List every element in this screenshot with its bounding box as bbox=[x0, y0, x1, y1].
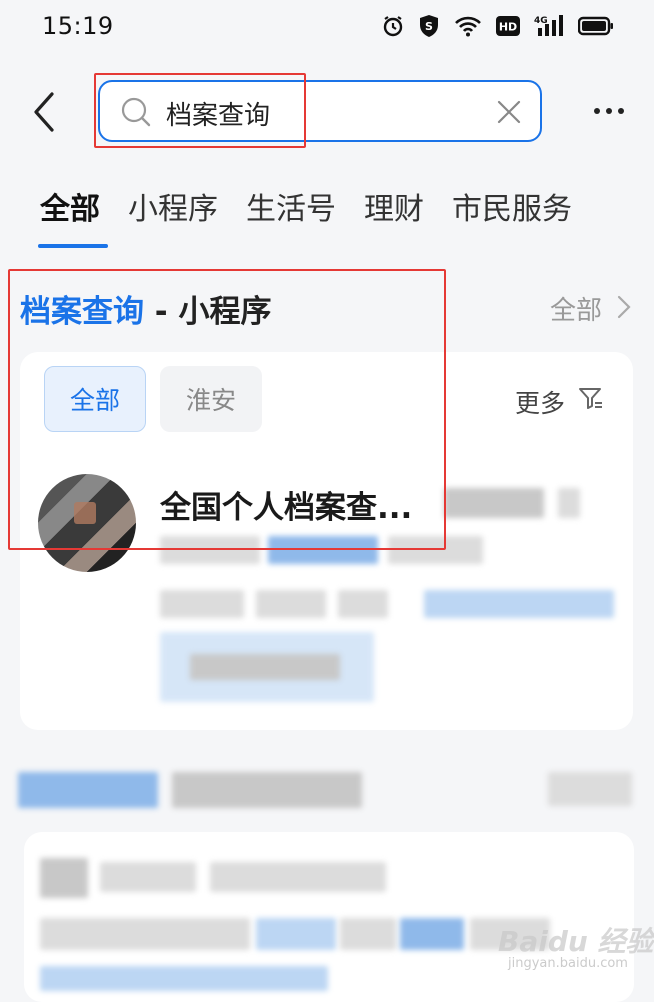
obscured-text bbox=[40, 966, 328, 991]
obscured-avatar bbox=[40, 858, 88, 898]
obscured-link bbox=[548, 772, 632, 806]
alarm-icon bbox=[382, 15, 404, 41]
obscured-text bbox=[558, 488, 580, 518]
obscured-text bbox=[160, 590, 244, 618]
more-filter-button[interactable]: 更多 bbox=[515, 384, 565, 420]
active-tab-indicator bbox=[38, 244, 108, 248]
signal-4g-icon: 4G bbox=[534, 14, 564, 42]
obscured-heading bbox=[18, 772, 158, 808]
tab-finance[interactable]: 理财 bbox=[364, 184, 424, 228]
battery-icon bbox=[577, 16, 614, 40]
watermark-logo: Baidu 经验 bbox=[498, 925, 654, 958]
obscured-text bbox=[256, 918, 336, 950]
close-icon bbox=[497, 100, 521, 124]
highlight-box-search bbox=[94, 73, 306, 148]
section-all-link[interactable]: 全部 bbox=[550, 290, 602, 327]
obscured-text bbox=[400, 918, 464, 950]
chevron-right-icon bbox=[616, 294, 632, 324]
obscured-text bbox=[190, 654, 340, 680]
tab-citizen-service[interactable]: 市民服务 bbox=[452, 184, 572, 228]
more-dots-icon bbox=[594, 108, 624, 114]
tab-all[interactable]: 全部 bbox=[40, 184, 100, 228]
tab-mini-program[interactable]: 小程序 bbox=[128, 184, 218, 228]
obscured-text bbox=[40, 918, 250, 950]
tab-life-account[interactable]: 生活号 bbox=[246, 184, 336, 228]
obscured-text bbox=[256, 590, 326, 618]
obscured-heading bbox=[172, 772, 362, 808]
shield-icon: S bbox=[418, 14, 440, 42]
obscured-text bbox=[210, 862, 386, 892]
obscured-text bbox=[100, 862, 196, 892]
obscured-text bbox=[338, 590, 388, 618]
back-button[interactable] bbox=[28, 90, 64, 134]
more-options-button[interactable] bbox=[592, 99, 626, 123]
status-icons: S HD 4G bbox=[382, 14, 614, 42]
category-tabs: 全部 小程序 生活号 理财 市民服务 bbox=[40, 184, 600, 228]
filter-icon[interactable] bbox=[578, 386, 604, 416]
wifi-icon bbox=[454, 15, 482, 41]
svg-text:HD: HD bbox=[499, 21, 517, 34]
chevron-left-icon bbox=[34, 92, 54, 132]
status-time: 15:19 bbox=[42, 12, 114, 40]
obscured-text bbox=[444, 488, 544, 518]
svg-text:S: S bbox=[425, 20, 433, 33]
clear-button[interactable] bbox=[494, 97, 524, 127]
highlight-box-section bbox=[8, 269, 446, 550]
obscured-text bbox=[424, 590, 614, 618]
hd-icon: HD bbox=[496, 16, 520, 40]
obscured-text bbox=[340, 918, 396, 950]
watermark-url: jingyan.baidu.com bbox=[508, 956, 628, 971]
